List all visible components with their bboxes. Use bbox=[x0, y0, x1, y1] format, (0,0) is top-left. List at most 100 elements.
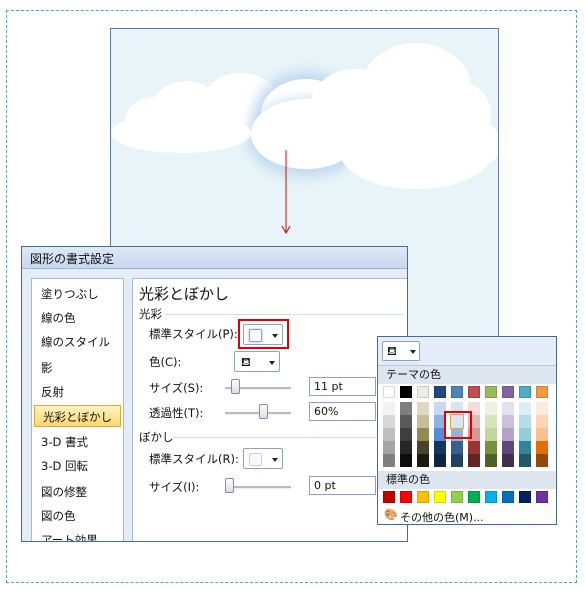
theme-tint-swatch[interactable] bbox=[451, 441, 463, 454]
glow-color-dropdown[interactable]: ⛾ bbox=[234, 351, 280, 372]
nav-item-3d-rotation[interactable]: 3-D 回転 bbox=[33, 455, 122, 477]
theme-tint-swatch[interactable] bbox=[383, 441, 395, 454]
theme-tint-swatch[interactable] bbox=[468, 454, 480, 467]
nav-item-shadow[interactable]: 影 bbox=[33, 357, 122, 379]
theme-tint-swatch[interactable] bbox=[400, 454, 412, 467]
standard-color-swatch[interactable] bbox=[434, 491, 446, 503]
soft-preset-dropdown[interactable] bbox=[243, 448, 283, 469]
glow-transparency-slider-track[interactable] bbox=[225, 412, 291, 415]
theme-tint-swatch[interactable] bbox=[434, 441, 446, 454]
theme-color-swatch[interactable] bbox=[485, 386, 497, 398]
nav-item-3d-format[interactable]: 3-D 書式 bbox=[33, 431, 122, 453]
theme-tint-swatch[interactable] bbox=[519, 454, 531, 467]
theme-color-swatch[interactable] bbox=[383, 386, 395, 398]
glow-size-slider-thumb[interactable] bbox=[231, 379, 240, 394]
theme-tint-swatch[interactable] bbox=[536, 415, 548, 428]
theme-tint-swatch[interactable] bbox=[485, 441, 497, 454]
soft-preset-label: 標準スタイル(R): bbox=[149, 452, 239, 466]
theme-tint-swatch[interactable] bbox=[383, 428, 395, 441]
theme-tint-swatch[interactable] bbox=[502, 402, 514, 415]
theme-tint-swatch[interactable] bbox=[485, 402, 497, 415]
standard-color-swatch[interactable] bbox=[400, 491, 412, 503]
theme-tint-swatch[interactable] bbox=[502, 441, 514, 454]
theme-tint-swatch[interactable] bbox=[383, 454, 395, 467]
theme-tint-swatch[interactable] bbox=[383, 402, 395, 415]
theme-tint-swatch[interactable] bbox=[383, 415, 395, 428]
standard-color-swatch[interactable] bbox=[417, 491, 429, 503]
theme-color-swatch[interactable] bbox=[468, 386, 480, 398]
theme-tint-swatch[interactable] bbox=[400, 415, 412, 428]
palette-color-button[interactable]: ⛾ bbox=[382, 341, 420, 361]
more-colors-item[interactable]: 🎨 その他の色(M)... bbox=[378, 506, 556, 524]
theme-tint-swatch[interactable] bbox=[502, 428, 514, 441]
theme-tint-swatch[interactable] bbox=[536, 441, 548, 454]
standard-color-swatch[interactable] bbox=[468, 491, 480, 503]
paint-bucket-icon: ⛾ bbox=[387, 344, 397, 358]
chevron-down-icon bbox=[272, 458, 278, 462]
theme-tint-swatch[interactable] bbox=[502, 454, 514, 467]
theme-tint-swatch[interactable] bbox=[519, 441, 531, 454]
nav-item-artistic-effects[interactable]: アート効果 bbox=[33, 529, 122, 541]
theme-tint-swatch[interactable] bbox=[400, 428, 412, 441]
theme-tint-swatch[interactable] bbox=[434, 454, 446, 467]
standard-color-swatch[interactable] bbox=[519, 491, 531, 503]
glow-transparency-label: 透過性(T): bbox=[149, 406, 204, 420]
standard-color-swatch[interactable] bbox=[485, 491, 497, 503]
theme-tint-swatch[interactable] bbox=[417, 428, 429, 441]
glow-preset-swatch bbox=[249, 329, 262, 342]
theme-color-swatch[interactable] bbox=[536, 386, 548, 398]
theme-tint-swatch[interactable] bbox=[519, 415, 531, 428]
theme-tint-swatch[interactable] bbox=[417, 441, 429, 454]
theme-tint-swatch[interactable] bbox=[519, 402, 531, 415]
theme-tint-swatch[interactable] bbox=[468, 441, 480, 454]
standard-color-swatch[interactable] bbox=[451, 491, 463, 503]
theme-tint-swatch[interactable] bbox=[485, 454, 497, 467]
theme-color-swatch[interactable] bbox=[434, 386, 446, 398]
theme-tint-swatch[interactable] bbox=[536, 454, 548, 467]
glow-transparency-slider-thumb[interactable] bbox=[259, 404, 268, 419]
glow-preset-dropdown[interactable] bbox=[243, 324, 283, 345]
theme-tint-swatch[interactable] bbox=[451, 454, 463, 467]
soft-size-input[interactable]: 0 pt bbox=[309, 476, 376, 495]
nav-item-line-style[interactable]: 線のスタイル bbox=[33, 331, 122, 353]
glow-transparency-input[interactable]: 60% bbox=[309, 402, 376, 421]
standard-colors-grid bbox=[383, 491, 553, 503]
theme-tint-swatch[interactable] bbox=[400, 441, 412, 454]
nav-item-reflection[interactable]: 反射 bbox=[33, 381, 122, 403]
glow-section-label: 光彩 bbox=[139, 307, 162, 321]
soft-size-slider-track[interactable] bbox=[225, 486, 291, 489]
standard-color-swatch[interactable] bbox=[536, 491, 548, 503]
standard-color-swatch[interactable] bbox=[383, 491, 395, 503]
theme-color-swatch[interactable] bbox=[451, 386, 463, 398]
theme-color-swatch[interactable] bbox=[502, 386, 514, 398]
chevron-down-icon bbox=[269, 361, 275, 365]
theme-color-swatch[interactable] bbox=[417, 386, 429, 398]
theme-tint-swatch[interactable] bbox=[536, 402, 548, 415]
nav-item-fill[interactable]: 塗りつぶし bbox=[33, 283, 122, 305]
nav-item-glow-soft-edges[interactable]: 光彩とぼかし bbox=[34, 405, 121, 427]
standard-color-swatch[interactable] bbox=[502, 491, 514, 503]
paint-bucket-icon: ⛾ bbox=[241, 355, 251, 369]
format-shape-dialog: 図形の書式設定 塗りつぶし 線の色 線のスタイル 影 反射 光彩とぼかし 3-D… bbox=[21, 246, 408, 542]
theme-tint-swatch[interactable] bbox=[417, 454, 429, 467]
soft-size-slider-thumb[interactable] bbox=[225, 478, 234, 493]
nav-item-line-color[interactable]: 線の色 bbox=[33, 307, 122, 329]
theme-color-swatch[interactable] bbox=[400, 386, 412, 398]
theme-tint-swatch[interactable] bbox=[502, 415, 514, 428]
nav-item-picture-corrections[interactable]: 図の修整 bbox=[33, 481, 122, 503]
nav-item-picture-color[interactable]: 図の色 bbox=[33, 505, 122, 527]
theme-tint-swatch[interactable] bbox=[536, 428, 548, 441]
theme-tint-swatch[interactable] bbox=[485, 415, 497, 428]
glow-size-input[interactable]: 11 pt bbox=[309, 377, 376, 396]
theme-color-swatch[interactable] bbox=[519, 386, 531, 398]
dialog-body: 塗りつぶし 線の色 線のスタイル 影 反射 光彩とぼかし 3-D 書式 3-D … bbox=[22, 269, 407, 541]
theme-tint-swatch[interactable] bbox=[417, 402, 429, 415]
theme-tint-swatch[interactable] bbox=[519, 428, 531, 441]
glow-section-divider bbox=[165, 314, 405, 315]
soft-size-label: サイズ(I): bbox=[149, 480, 200, 494]
theme-tint-swatch[interactable] bbox=[485, 428, 497, 441]
glow-color-label: 色(C): bbox=[149, 355, 182, 369]
theme-tint-swatch[interactable] bbox=[417, 415, 429, 428]
theme-tint-swatch[interactable] bbox=[400, 402, 412, 415]
dialog-title: 図形の書式設定 bbox=[22, 247, 407, 269]
